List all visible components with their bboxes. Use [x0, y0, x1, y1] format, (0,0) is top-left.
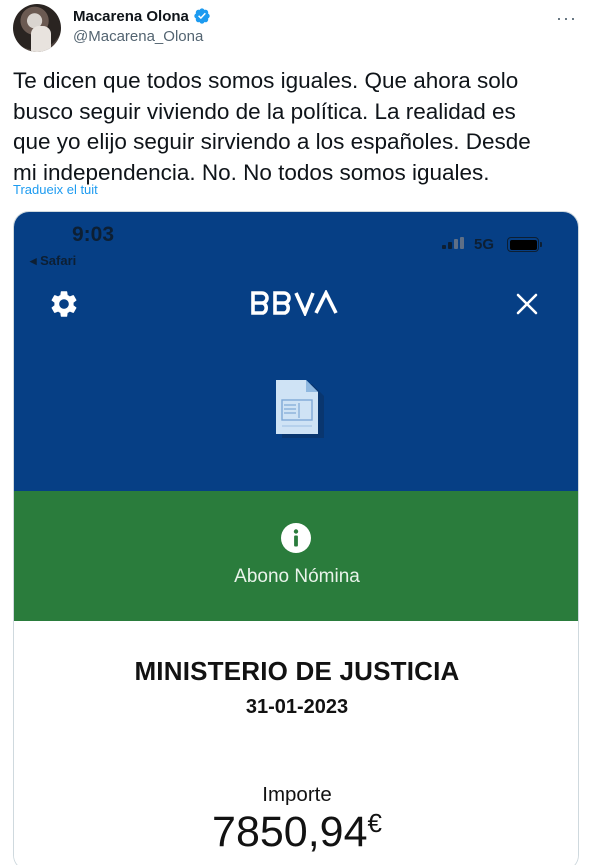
author-handle[interactable]: @Macarena_Olona: [73, 28, 203, 45]
amount: 7850,94€: [14, 808, 578, 857]
translate-tweet-link[interactable]: Tradueix el tuit: [13, 182, 98, 197]
verified-badge-icon: [194, 8, 210, 24]
tweet-text-line: Te dicen que todos somos iguales. Que ah…: [13, 68, 519, 93]
document-icon: [276, 380, 324, 438]
back-to-safari-link: ◂ Safari: [30, 253, 77, 268]
avatar[interactable]: [13, 4, 61, 52]
battery-tip: [540, 242, 542, 247]
transaction-date: 31-01-2023: [245, 696, 349, 718]
more-horizontal-icon[interactable]: ···: [556, 8, 577, 29]
gear-icon: [51, 291, 77, 317]
status-bar-time: 9:03: [72, 223, 115, 246]
bank-app-header: 9:03 ◂ Safari 5G: [14, 212, 578, 491]
network-type: 5G: [474, 236, 495, 253]
author-name-row[interactable]: Macarena Olona: [73, 7, 211, 25]
tweet-text: Te dicen que todos somos iguales. Que ah…: [13, 66, 573, 188]
attached-screenshot[interactable]: 9:03 ◂ Safari 5G Abono Nómina MINISTERIO…: [13, 211, 579, 865]
amount-label: Importe: [262, 783, 332, 806]
bbva-logo: [251, 290, 338, 316]
movement-type-label: Abono Nómina: [234, 566, 360, 587]
signal-strength-icon: [442, 237, 466, 249]
info-icon: [281, 523, 311, 553]
tweet-header: Macarena Olona @Macarena_Olona ···: [13, 4, 583, 54]
amount-currency: €: [367, 808, 382, 838]
amount-value: 7850,94: [212, 808, 368, 856]
tweet-text-line: que yo elijo seguir sirviendo a los espa…: [13, 129, 531, 154]
author-display-name[interactable]: Macarena Olona: [73, 8, 189, 25]
battery-icon: [507, 237, 539, 252]
payer-name: MINISTERIO DE JUSTICIA: [134, 656, 460, 686]
tweet-text-line: busco seguir viviendo de la política. La…: [13, 98, 516, 124]
close-icon: [516, 293, 538, 315]
movement-type-banner: [14, 491, 578, 621]
